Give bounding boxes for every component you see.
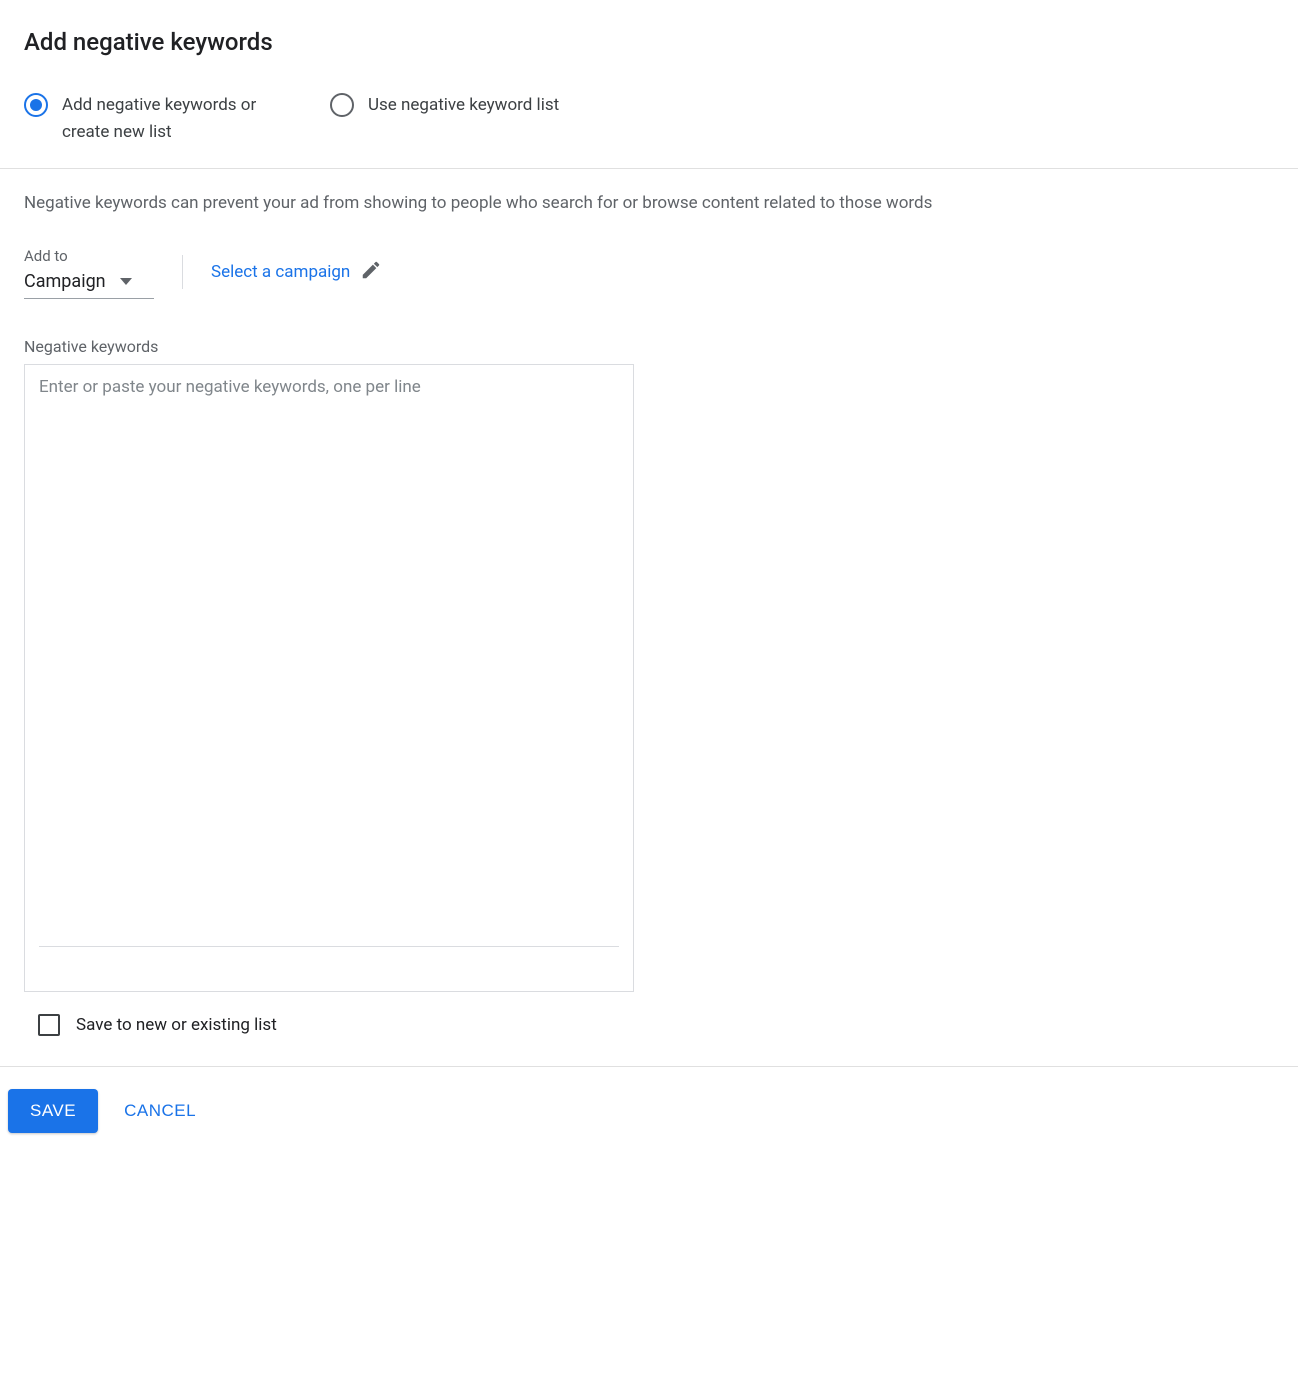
cancel-button[interactable]: CANCEL [124, 1101, 196, 1121]
negative-keywords-container [24, 364, 634, 992]
add-to-dropdown[interactable]: Campaign [24, 271, 154, 299]
negative-keywords-input[interactable] [39, 377, 619, 947]
radio-unselected-icon [330, 93, 354, 117]
radio-add-keywords[interactable]: Add negative keywords or create new list [24, 92, 302, 146]
radio-group: Add negative keywords or create new list… [24, 92, 1274, 146]
select-campaign-link[interactable]: Select a campaign [211, 262, 350, 282]
add-to-value: Campaign [24, 271, 106, 292]
add-to-label: Add to [24, 247, 154, 265]
chevron-down-icon [120, 278, 132, 285]
save-to-list-label: Save to new or existing list [76, 1015, 277, 1035]
radio-use-list[interactable]: Use negative keyword list [330, 92, 559, 119]
save-to-list-checkbox[interactable] [38, 1014, 60, 1036]
description-text: Negative keywords can prevent your ad fr… [24, 191, 1274, 217]
add-to-row: Add to Campaign Select a campaign [24, 247, 1274, 299]
negative-keywords-label: Negative keywords [24, 337, 1274, 356]
radio-use-list-label: Use negative keyword list [368, 92, 559, 119]
save-button[interactable]: SAVE [8, 1089, 98, 1133]
pencil-icon[interactable] [360, 259, 382, 285]
page-title: Add negative keywords [24, 28, 1274, 56]
radio-selected-icon [24, 93, 48, 117]
vertical-divider [182, 255, 183, 289]
divider [0, 168, 1298, 169]
radio-add-keywords-label: Add negative keywords or create new list [62, 92, 302, 146]
